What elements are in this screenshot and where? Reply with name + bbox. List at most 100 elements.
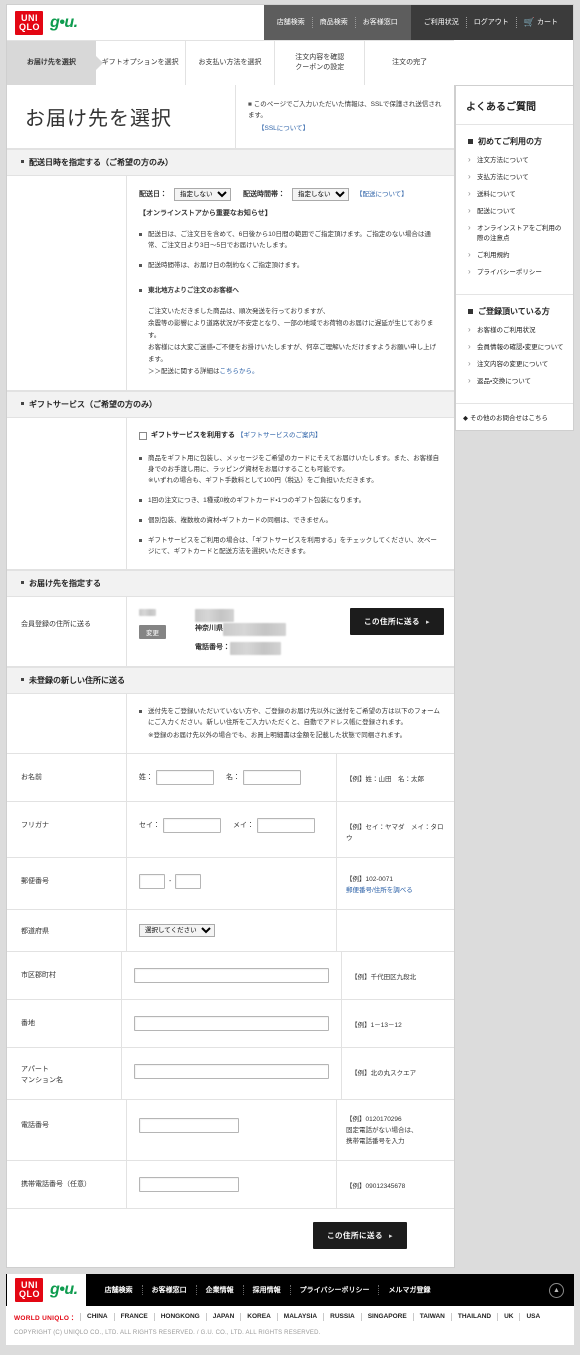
faq-link-returns[interactable]: 返品・交換について bbox=[465, 376, 565, 394]
intro-notes-list: 送付先をご登録いただいていない方や、ご登録のお届け先以外に送付をご希望の方は以下… bbox=[139, 706, 440, 728]
country-uk[interactable]: UK bbox=[497, 1313, 519, 1321]
mobile-input[interactable] bbox=[139, 1177, 239, 1192]
section-title: ギフトサービス（ご希望の方のみ） bbox=[29, 400, 157, 409]
country-thailand[interactable]: THAILAND bbox=[450, 1313, 497, 1321]
nav-store-search[interactable]: 店舗検索 bbox=[270, 17, 312, 28]
country-russia[interactable]: RUSSIA bbox=[323, 1313, 361, 1321]
step-gift-options[interactable]: ギフトオプションを選択 bbox=[95, 41, 186, 85]
field-body-city bbox=[122, 952, 341, 999]
mei-input[interactable] bbox=[257, 818, 315, 833]
faq-link-shipping-fee[interactable]: 送料について bbox=[465, 189, 565, 207]
checkout-steps: お届け先を選択 ギフトオプションを選択 お支払い方法を選択 注文内容を確認 クー… bbox=[7, 40, 454, 85]
faq-group-member: ご登録頂いている方 お客様のご利用状況 会員情報の確認・変更について 注文内容の… bbox=[456, 295, 573, 404]
nav-product-search[interactable]: 商品検索 bbox=[311, 17, 355, 28]
back-to-top-button[interactable]: ▲ bbox=[549, 1282, 564, 1298]
surname-input[interactable] bbox=[156, 770, 214, 785]
faq-link-payment-method[interactable]: 支払方法について bbox=[465, 172, 565, 190]
faq-link-usage-status[interactable]: お客様のご利用状況 bbox=[465, 325, 565, 343]
delivery-time-select[interactable]: 指定しない bbox=[292, 188, 349, 201]
delivery-date-select[interactable]: 指定しない bbox=[174, 188, 231, 201]
ssl-notice-text: このページでご入力いただいた情報は、SSLで保護され送信されます。 bbox=[248, 101, 442, 119]
country-malaysia[interactable]: MALAYSIA bbox=[276, 1313, 323, 1321]
gift-service-checkbox[interactable] bbox=[139, 432, 147, 440]
page-title: お届け先を選択 bbox=[25, 108, 172, 130]
faq-link-order-method[interactable]: 注文方法について bbox=[465, 155, 565, 173]
diamond-icon: ◆ bbox=[463, 415, 468, 422]
faq-link-online-store-notes[interactable]: オンラインストアをご利用の際の注意点 bbox=[465, 223, 565, 251]
tohoku-link-row: ＞＞配送に関する詳細はこちらから。 bbox=[148, 366, 442, 378]
faq-link-order-change[interactable]: 注文内容の変更について bbox=[465, 359, 565, 377]
delivery-time-label: 配送時間帯： bbox=[243, 190, 285, 198]
field-body-apartment bbox=[122, 1048, 341, 1099]
ssl-info-link[interactable]: 【SSLについて】 bbox=[258, 125, 309, 132]
ssl-notice: ■ このページでご入力いただいた情報は、SSLで保護され送信されます。 【SSL… bbox=[235, 85, 454, 148]
footer-link-company-info[interactable]: 企業情報 bbox=[195, 1285, 243, 1295]
footer-bar: UNI QLO g•u. 店舗検索 お客様窓口 企業情報 採用情報 プライバシー… bbox=[6, 1274, 574, 1306]
footer-link-customer-support[interactable]: お客様窓口 bbox=[141, 1285, 196, 1295]
field-hint-zip: 【例】102-0071 郵便番号/住所を調べる bbox=[336, 858, 454, 909]
delivery-info-link[interactable]: 【配送について】 bbox=[356, 189, 408, 201]
section-header-new-address: 未登録の新しい住所に送る bbox=[7, 667, 454, 694]
uniqlo-logo[interactable]: UNI QLO bbox=[15, 10, 43, 35]
nav-logout[interactable]: ログアウト bbox=[465, 17, 516, 28]
registered-tel-label: 電話番号： bbox=[195, 644, 230, 651]
step-payment-method[interactable]: お支払い方法を選択 bbox=[185, 41, 276, 85]
faq-link-privacy[interactable]: プライバシーポリシー bbox=[465, 267, 565, 285]
tel-input[interactable] bbox=[139, 1118, 239, 1133]
zip-lookup-link[interactable]: 郵便番号/住所を調べる bbox=[346, 887, 413, 894]
footer-link-store-search[interactable]: 店舗検索 bbox=[96, 1285, 142, 1295]
footer-gu-logo[interactable]: g•u. bbox=[50, 1281, 78, 1299]
change-address-button[interactable]: 変更 bbox=[139, 625, 166, 639]
zip-first-input[interactable] bbox=[139, 874, 165, 889]
zip-second-input[interactable] bbox=[175, 874, 202, 889]
country-hongkong[interactable]: HONGKONG bbox=[153, 1313, 206, 1321]
field-body-tel bbox=[127, 1100, 336, 1160]
gift-guide-link[interactable]: 【ギフトサービスのご案内】 bbox=[237, 430, 322, 442]
faq-link-delivery[interactable]: 配送について bbox=[465, 206, 565, 224]
arrow-right-icon: ▸ bbox=[425, 619, 430, 626]
country-france[interactable]: FRANCE bbox=[113, 1313, 154, 1321]
footer-uniqlo-logo[interactable]: UNI QLO bbox=[15, 1278, 43, 1302]
country-china[interactable]: CHINA bbox=[80, 1313, 114, 1321]
sei-input[interactable] bbox=[163, 818, 221, 833]
country-japan[interactable]: JAPAN bbox=[205, 1313, 241, 1321]
delivery-row: 配送日： 指定しない 配送時間帯： 指定しない 【配送について】 【オンラインス… bbox=[7, 176, 454, 391]
gift-checkbox-line[interactable]: ギフトサービスを利用する 【ギフトサービスのご案内】 bbox=[139, 430, 442, 442]
gift-label-cell bbox=[7, 418, 127, 569]
nav-customer-support[interactable]: お客様窓口 bbox=[354, 17, 405, 28]
faq-link-terms[interactable]: ご利用規約 bbox=[465, 250, 565, 268]
step-order-complete[interactable]: 注文の完了 bbox=[365, 41, 454, 85]
new-address-submit-row: この住所に送る ▸ bbox=[7, 1209, 454, 1267]
section-title: お届け先を指定する bbox=[29, 579, 101, 588]
footer-link-privacy-policy[interactable]: プライバシーポリシー bbox=[289, 1285, 379, 1295]
country-usa[interactable]: USA bbox=[519, 1313, 546, 1321]
banchi-input[interactable] bbox=[134, 1016, 330, 1031]
delivery-date-controls: 配送日： 指定しない 配送時間帯： 指定しない 【配送について】 bbox=[139, 188, 442, 201]
send-to-registered-address-button[interactable]: この住所に送る ▸ bbox=[349, 608, 444, 635]
intro-body-cell: 送付先をご登録いただいていない方や、ご登録のお届け先以外に送付をご希望の方は以下… bbox=[127, 694, 454, 753]
uniqlo-logo-line2: QLO bbox=[19, 21, 40, 32]
country-taiwan[interactable]: TAIWAN bbox=[412, 1313, 451, 1321]
faq-link-member-info[interactable]: 会員情報の確認・変更について bbox=[465, 342, 565, 360]
country-singapore[interactable]: SINGAPORE bbox=[360, 1313, 413, 1321]
faq-other-inquiries-label: その他のお問合せはこちら bbox=[470, 415, 548, 422]
footer-link-recruit[interactable]: 採用情報 bbox=[242, 1285, 290, 1295]
apartment-input[interactable] bbox=[134, 1064, 330, 1079]
tohoku-detail-link[interactable]: こちらから。 bbox=[220, 368, 259, 375]
step-select-destination[interactable]: お届け先を選択 bbox=[7, 41, 103, 85]
givenname-input[interactable] bbox=[243, 770, 301, 785]
footer-link-newsletter[interactable]: メルマガ登録 bbox=[378, 1285, 439, 1295]
prefecture-select[interactable]: 選択してください bbox=[139, 924, 215, 937]
step-confirm-order[interactable]: 注文内容を確認 クーポンの設定 bbox=[275, 41, 366, 85]
country-korea[interactable]: KOREA bbox=[240, 1313, 276, 1321]
faq-other-inquiries[interactable]: ◆ その他のお問合せはこちら bbox=[456, 404, 573, 430]
section-title: 配送日時を指定する（ご希望の方のみ） bbox=[29, 158, 173, 167]
city-input[interactable] bbox=[134, 968, 330, 983]
header-spacer bbox=[78, 5, 264, 40]
nav-usage-status[interactable]: ご利用状況 bbox=[417, 17, 466, 28]
field-hint-tel: 【例】0120170296 固定電話がない場合は、 携帯電話番号を入力 bbox=[336, 1100, 454, 1160]
send-to-new-address-button[interactable]: この住所に送る ▸ bbox=[312, 1222, 407, 1249]
nav-cart[interactable]: 🛒 カート bbox=[515, 17, 565, 28]
gu-logo[interactable]: g•u. bbox=[50, 14, 78, 32]
masked-name: ■■■■ bbox=[139, 609, 156, 616]
